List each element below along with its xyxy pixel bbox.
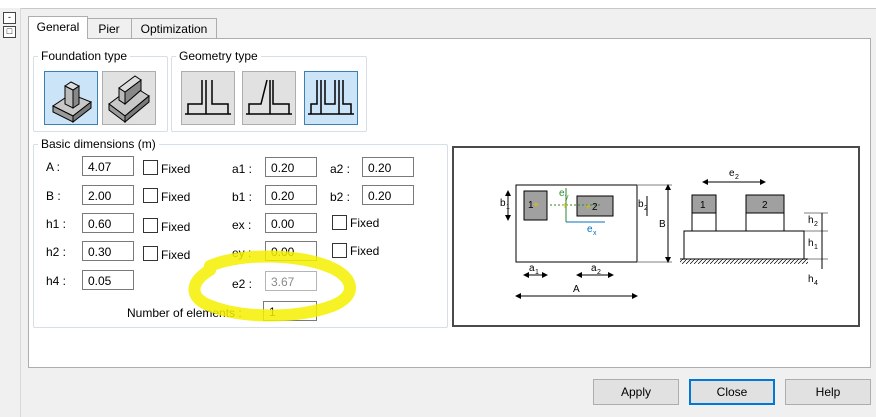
label-h1: h1 : [46,217,67,231]
svg-text:1: 1 [700,200,706,211]
svg-text:2: 2 [735,174,739,181]
label-B: B : [46,189,61,203]
offset-pier-icon[interactable] [242,71,296,125]
close-button[interactable]: Close [689,379,775,405]
isolated-footing-icon[interactable] [44,71,98,125]
label-a1: a1 : [232,162,253,176]
fixed-label-ex: Fixed [350,216,380,230]
svg-text:4: 4 [814,280,818,287]
single-pier-icon[interactable] [181,71,235,125]
input-a1[interactable]: 0.20 [265,157,317,177]
fixed-label-A: Fixed [161,162,191,176]
label-h2: h2 : [46,245,67,259]
svg-text:1: 1 [814,244,818,251]
svg-text:y: y [565,194,569,201]
input-ex[interactable]: 0.00 [265,213,317,233]
svg-text:2: 2 [762,200,768,211]
checkbox-fixed-A[interactable] [143,160,158,175]
svg-text:2: 2 [644,205,648,212]
tab-pier[interactable]: Pier [86,18,132,39]
help-button[interactable]: Help [785,379,871,405]
side-toolbar: - □ [0,8,21,417]
foundation-type-label: Foundation type [38,49,131,63]
svg-text:2: 2 [597,269,601,276]
input-B[interactable]: 2.00 [82,185,134,205]
B-label: B [659,219,666,230]
svg-text:+: + [533,200,539,211]
apply-button[interactable]: Apply [593,379,679,405]
svg-text:h: h [808,238,814,249]
checkbox-fixed-ex[interactable] [332,215,347,230]
multi-pier-icon[interactable] [304,71,358,125]
input-h2[interactable]: 0.30 [82,241,134,261]
input-h1[interactable]: 0.60 [82,213,134,233]
svg-text:A: A [573,284,580,295]
foundation-diagram: 1 + 2 + + ey ex b1 b2 B a1 a2 A 12 e2 h … [452,146,860,327]
input-A[interactable]: 4.07 [82,156,134,176]
svg-text:h: h [808,215,814,226]
svg-text:x: x [593,230,597,237]
svg-text:+: + [585,202,591,213]
checkbox-fixed-h1[interactable] [143,218,158,233]
svg-text:2: 2 [814,221,818,228]
restore-icon[interactable]: □ [3,26,16,38]
svg-text:1: 1 [506,204,510,211]
tab-general[interactable]: General [28,16,88,39]
basic-dimensions-label: Basic dimensions (m) [38,137,159,151]
geometry-type-label: Geometry type [176,49,261,63]
highlight-annotation [188,250,356,322]
label-b2: b2 : [330,190,351,204]
minimize-icon[interactable]: - [3,12,16,24]
top-border [0,0,876,9]
svg-text:h: h [808,274,814,285]
label-A: A : [46,160,61,174]
fixed-label-B: Fixed [161,190,191,204]
svg-text:2: 2 [592,202,598,213]
svg-text:1: 1 [535,269,539,276]
fixed-label-h1: Fixed [161,220,191,234]
tab-optimization[interactable]: Optimization [131,18,217,39]
label-a2: a2 : [330,162,351,176]
input-h4[interactable]: 0.05 [82,270,134,290]
continuous-footing-icon[interactable] [102,71,156,125]
label-ex: ex : [232,218,252,232]
checkbox-fixed-B[interactable] [143,188,158,203]
input-b2[interactable]: 0.20 [362,185,414,205]
input-b1[interactable]: 0.20 [265,185,317,205]
label-b1: b1 : [232,190,253,204]
label-h4: h4 : [46,274,67,288]
svg-text:+: + [562,201,568,212]
input-a2[interactable]: 0.20 [362,157,414,177]
checkbox-fixed-h2[interactable] [143,246,158,261]
